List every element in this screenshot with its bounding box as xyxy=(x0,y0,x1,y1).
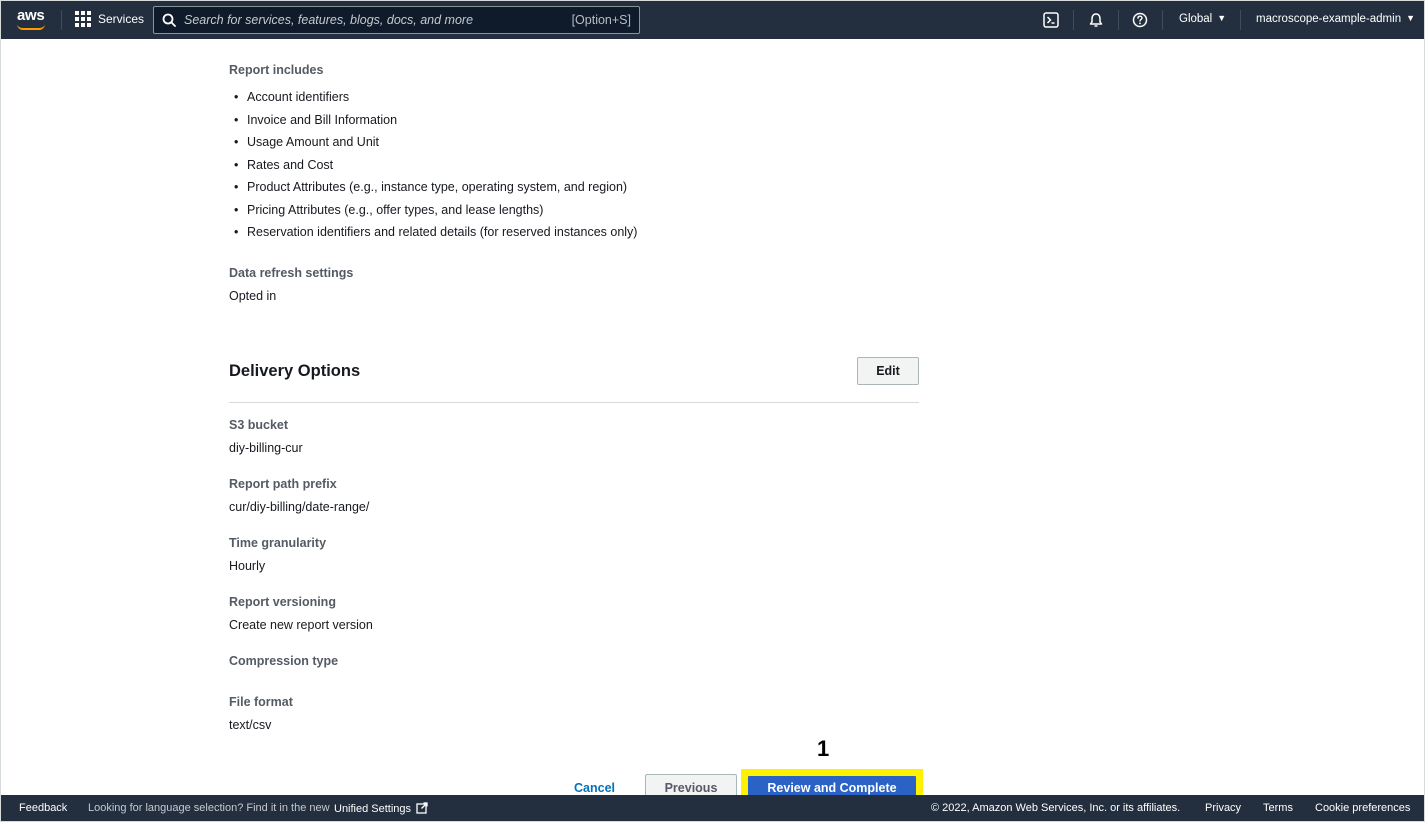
nav-divider xyxy=(1162,10,1163,30)
cancel-button[interactable]: Cancel xyxy=(574,781,615,795)
nav-divider xyxy=(1240,10,1241,30)
caret-down-icon: ▼ xyxy=(1217,13,1227,23)
caret-down-icon: ▼ xyxy=(1406,13,1416,23)
aws-smile-icon xyxy=(17,24,45,30)
account-menu[interactable]: macroscope-example-admin ▼ xyxy=(1256,13,1415,25)
list-item: Account identifiers xyxy=(229,86,637,109)
aws-logo-text: aws xyxy=(17,7,45,24)
s3-bucket-value: diy-billing-cur xyxy=(229,441,303,455)
external-link-icon xyxy=(416,802,428,814)
bell-icon[interactable] xyxy=(1087,11,1105,29)
nav-divider xyxy=(1118,10,1119,30)
file-format-value: text/csv xyxy=(229,718,272,732)
search-bar[interactable]: [Option+S] xyxy=(153,6,640,34)
services-menu-button[interactable]: Services xyxy=(75,11,144,27)
report-versioning-value: Create new report version xyxy=(229,618,373,632)
delivery-options-title: Delivery Options xyxy=(229,362,361,380)
report-includes-list: Account identifiers Invoice and Bill Inf… xyxy=(229,86,637,244)
report-versioning-label: Report versioning xyxy=(229,595,336,609)
aws-logo[interactable]: aws xyxy=(17,7,47,33)
cloudshell-icon[interactable] xyxy=(1042,11,1060,29)
language-hint: Looking for language selection? Find it … xyxy=(88,802,330,814)
list-item: Pricing Attributes (e.g., offer types, a… xyxy=(229,199,637,222)
services-label: Services xyxy=(98,12,145,26)
report-path-prefix-label: Report path prefix xyxy=(229,477,337,491)
list-item: Invoice and Bill Information xyxy=(229,109,637,132)
s3-bucket-label: S3 bucket xyxy=(229,418,289,432)
report-includes-label: Report includes xyxy=(229,63,324,77)
section-divider xyxy=(229,402,919,403)
time-granularity-value: Hourly xyxy=(229,559,266,573)
list-item: Usage Amount and Unit xyxy=(229,131,637,154)
nav-divider xyxy=(61,10,62,30)
cookie-preferences-link[interactable]: Cookie preferences xyxy=(1315,802,1410,814)
compression-type-label: Compression type xyxy=(229,654,339,668)
top-navigation: aws Services [Option+S] xyxy=(1,1,1424,39)
unified-settings-link[interactable]: Unified Settings xyxy=(334,802,428,815)
report-path-prefix-value: cur/diy-billing/date-range/ xyxy=(229,500,370,514)
search-input[interactable] xyxy=(184,13,572,27)
terms-link[interactable]: Terms xyxy=(1263,802,1293,814)
region-label: Global xyxy=(1179,13,1213,25)
search-icon xyxy=(162,13,176,27)
data-refresh-label: Data refresh settings xyxy=(229,266,354,280)
search-shortcut-hint: [Option+S] xyxy=(571,13,631,27)
list-item: Product Attributes (e.g., instance type,… xyxy=(229,176,637,199)
nav-divider xyxy=(1073,10,1074,30)
account-label: macroscope-example-admin xyxy=(1256,13,1402,25)
unified-settings-label: Unified Settings xyxy=(334,803,412,815)
console-footer: Feedback Looking for language selection?… xyxy=(1,795,1424,821)
list-item: Reservation identifiers and related deta… xyxy=(229,221,637,244)
copyright-text: © 2022, Amazon Web Services, Inc. or its… xyxy=(931,802,1181,814)
feedback-link[interactable]: Feedback xyxy=(19,802,67,814)
region-selector[interactable]: Global ▼ xyxy=(1179,13,1226,25)
app-window: aws Services [Option+S] xyxy=(0,0,1425,822)
list-item: Rates and Cost xyxy=(229,154,637,177)
privacy-link[interactable]: Privacy xyxy=(1205,802,1241,814)
time-granularity-label: Time granularity xyxy=(229,536,327,550)
data-refresh-value: Opted in xyxy=(229,289,277,303)
step-marker: 1 xyxy=(817,736,830,761)
help-icon[interactable] xyxy=(1131,11,1149,29)
grid-icon xyxy=(75,11,91,27)
file-format-label: File format xyxy=(229,695,293,709)
edit-button[interactable]: Edit xyxy=(857,357,919,385)
